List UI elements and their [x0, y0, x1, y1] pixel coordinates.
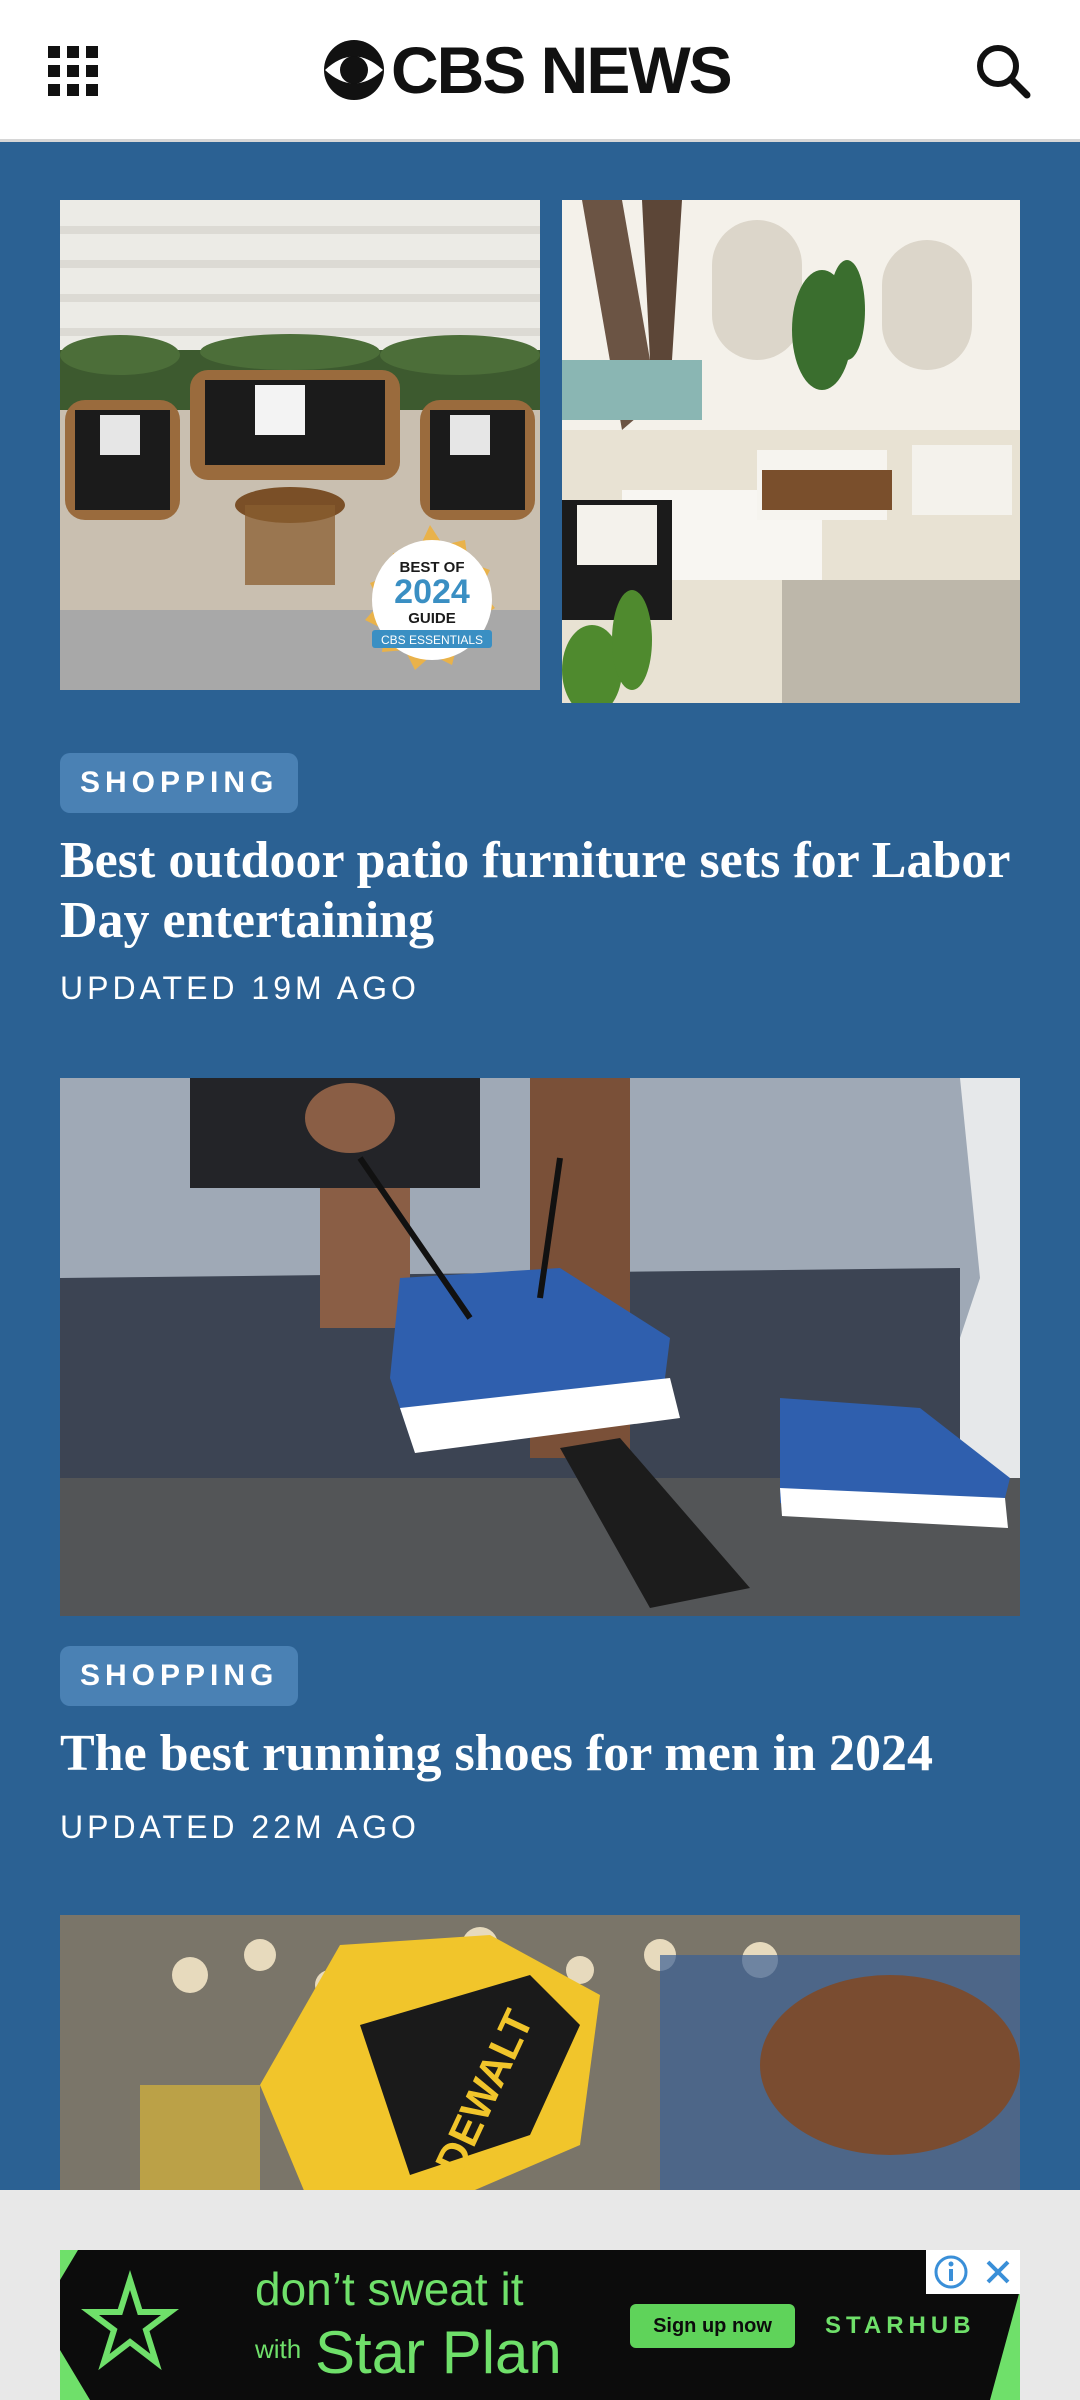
article-timestamp: UPDATED 22M AGO [60, 1809, 420, 1845]
ad-controls [926, 2250, 1020, 2294]
cbs-news-logo[interactable]: CBS NEWS [323, 28, 757, 112]
ad-banner[interactable]: don’t sweat it with Star Plan Sign up no… [60, 2250, 1020, 2400]
article-image[interactable] [60, 1078, 1020, 1616]
category-pill[interactable]: SHOPPING [60, 753, 299, 813]
article-card[interactable]: DEWALT [60, 1915, 1020, 2190]
category-pill[interactable]: SHOPPING [60, 1646, 299, 1706]
ad-subline: Star Plan [315, 2319, 562, 2386]
badge-year: 2024 [394, 573, 470, 611]
brand-name: CBS NEWS [391, 33, 733, 107]
cbs-eye-icon [324, 40, 384, 100]
ad-signup-button[interactable]: Sign up now [630, 2304, 795, 2348]
article-image-left[interactable]: BEST OF 2024 GUIDE CBS ESSENTIALS [60, 200, 540, 690]
article-card[interactable]: SHOPPING The best running shoes for men … [60, 1078, 1020, 1878]
article-headline[interactable]: Best outdoor patio furniture sets for La… [60, 831, 1020, 951]
ad-close-icon[interactable] [982, 2256, 1014, 2288]
search-icon[interactable] [972, 40, 1032, 100]
badge-line-4: CBS ESSENTIALS [381, 633, 483, 647]
news-feed: BEST OF 2024 GUIDE CBS ESSENTIALS SHOPPI… [0, 145, 1080, 2190]
top-app-bar: CBS NEWS [0, 0, 1080, 142]
article-card[interactable]: BEST OF 2024 GUIDE CBS ESSENTIALS SHOPPI… [60, 200, 1020, 1030]
article-image[interactable]: DEWALT [60, 1915, 1020, 2190]
star-logo-icon [60, 2250, 179, 2400]
article-headline[interactable]: The best running shoes for men in 2024 [60, 1724, 1020, 1784]
ad-headline: don’t sweat it [255, 2263, 524, 2315]
ad-info-icon[interactable] [933, 2254, 969, 2290]
grid-menu-icon[interactable] [48, 46, 98, 96]
ad-container: don’t sweat it with Star Plan Sign up no… [0, 2190, 1080, 2400]
article-image-right[interactable] [562, 200, 1020, 703]
article-timestamp: UPDATED 19M AGO [60, 970, 420, 1006]
badge-line-3: GUIDE [408, 610, 456, 627]
ad-subline-prefix: with [255, 2334, 302, 2364]
ad-brand: STARHUB [825, 2312, 976, 2339]
